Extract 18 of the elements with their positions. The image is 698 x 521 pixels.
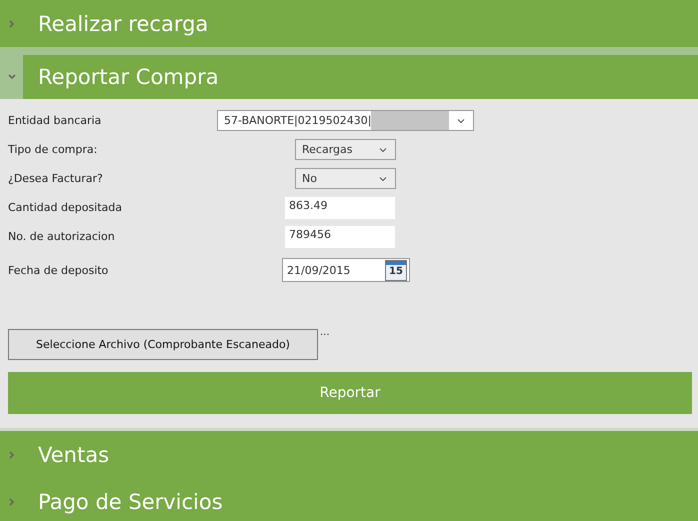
input-field[interactable]: 789456 [285, 226, 395, 248]
file-status-text: ... [320, 329, 330, 337]
dropdown-caret-icon [379, 146, 387, 152]
field-label: Cantidad depositada [8, 201, 123, 214]
file-select-button[interactable]: Seleccione Archivo (Comprobante Escaneado) [8, 329, 318, 360]
field-label: No. de autorizacion [8, 230, 116, 243]
dropdown[interactable]: Recargas [295, 139, 396, 160]
field-label: ¿Desea Facturar? [8, 172, 104, 185]
dropdown[interactable]: No [295, 168, 396, 189]
calendar-button[interactable]: 15 [385, 260, 407, 280]
dropdown-caret-icon [379, 176, 387, 182]
dropdown-caret-icon [457, 118, 465, 124]
date-field[interactable]: 21/09/2015 [285, 264, 385, 276]
field-label: Entidad bancaria [8, 114, 102, 127]
input-field[interactable]: 863.49 [285, 196, 395, 218]
dropdown[interactable]: 57-BANORTE|0219502430| [217, 110, 474, 131]
field-label: Fecha de deposito [8, 264, 110, 276]
field-label: Tipo de compra: [8, 143, 98, 156]
